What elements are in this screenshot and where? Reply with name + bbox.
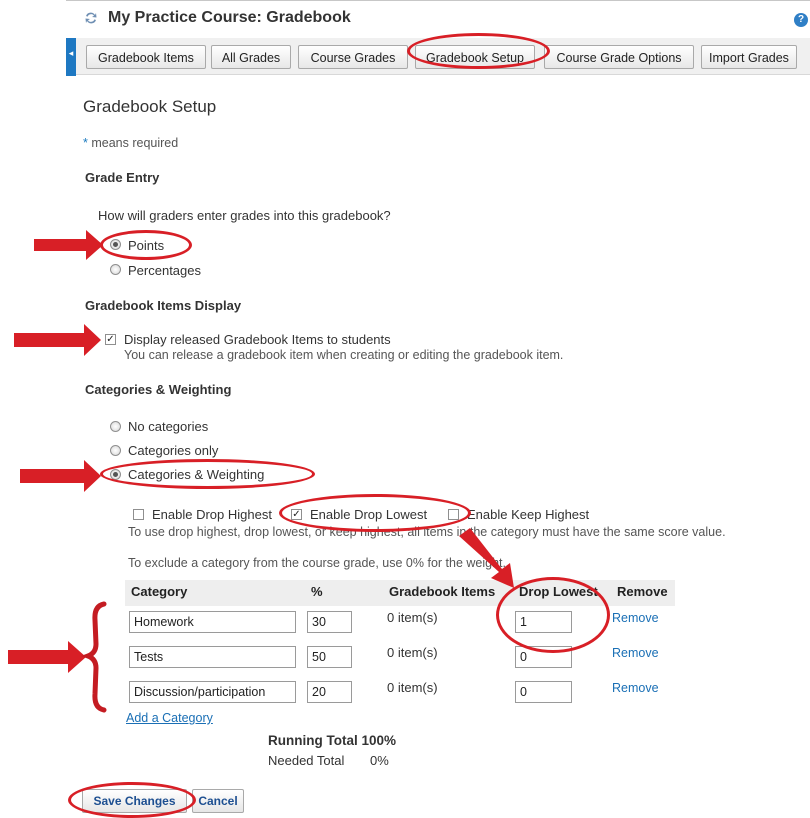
needed-total-value: 0% [370, 753, 389, 768]
curly-brace-icon [80, 601, 107, 713]
refresh-icon[interactable] [84, 11, 98, 25]
category-items-count: 0 item(s) [387, 680, 438, 695]
categories-only-radio[interactable] [110, 445, 121, 456]
annotation-circle-setup-tab [407, 33, 550, 69]
items-display-heading: Gradebook Items Display [85, 298, 242, 313]
arrow-right-icon [8, 641, 86, 673]
col-percent: % [311, 584, 323, 599]
keep-highest-label: Enable Keep Highest [467, 507, 590, 522]
category-items-count: 0 item(s) [387, 645, 438, 660]
category-percent-input[interactable]: 50 [307, 646, 352, 668]
drop-highest-label: Enable Drop Highest [152, 507, 272, 522]
help-icon[interactable]: ? [794, 13, 808, 27]
categories-heading: Categories & Weighting [85, 382, 232, 397]
annotation-circle-save [68, 782, 196, 818]
running-total: Running Total 100% [268, 733, 397, 748]
remove-category-link[interactable]: Remove [612, 611, 659, 625]
percentages-label: Percentages [128, 263, 201, 278]
cancel-button[interactable]: Cancel [192, 789, 244, 813]
side-collapse-tab[interactable]: ◂ [66, 38, 76, 76]
no-categories-radio[interactable] [110, 421, 121, 432]
category-name-input[interactable]: Discussion/participation [129, 681, 296, 703]
required-text: means required [87, 136, 179, 150]
remove-category-link[interactable]: Remove [612, 646, 659, 660]
category-name-input[interactable]: Homework [129, 611, 296, 633]
col-category: Category [131, 584, 188, 599]
annotation-circle-points [100, 230, 192, 260]
display-released-label: Display released Gradebook Items to stud… [124, 332, 391, 347]
category-name-input[interactable]: Tests [129, 646, 296, 668]
no-categories-label: No categories [128, 419, 209, 434]
course-title: My Practice Course: Gradebook [108, 9, 351, 26]
tab-course-grade-options[interactable]: Course Grade Options [544, 45, 694, 69]
tab-course-grades[interactable]: Course Grades [298, 45, 408, 69]
needed-total-label: Needed Total [268, 753, 345, 768]
exclude-help: To exclude a category from the course gr… [128, 556, 506, 570]
col-gradebook-items: Gradebook Items [389, 584, 496, 599]
grade-entry-question: How will graders enter grades into this … [98, 208, 391, 223]
arrow-right-icon [20, 460, 101, 492]
drop-highest-checkbox[interactable] [133, 509, 144, 520]
category-percent-input[interactable]: 30 [307, 611, 352, 633]
tab-gradebook-items[interactable]: Gradebook Items [86, 45, 206, 69]
arrow-right-icon [14, 324, 101, 356]
col-remove: Remove [617, 584, 668, 599]
annotation-arrows [8, 230, 514, 713]
display-released-help: You can release a gradebook item when cr… [124, 348, 564, 362]
arrow-right-icon [34, 230, 103, 260]
display-released-checkbox[interactable]: ✓ [105, 334, 116, 345]
percentages-radio[interactable] [110, 264, 121, 275]
drop-lowest-input[interactable]: 0 [515, 681, 572, 703]
remove-category-link[interactable]: Remove [612, 681, 659, 695]
tab-import-grades[interactable]: Import Grades [701, 45, 797, 69]
category-percent-input[interactable]: 20 [307, 681, 352, 703]
annotation-circle-categories-weighting [100, 459, 315, 489]
required-note: * means required [83, 136, 178, 150]
annotation-circle-drop-lowest [279, 494, 471, 532]
annotation-circle-drop-column [496, 577, 610, 653]
category-items-count: 0 item(s) [387, 610, 438, 625]
grade-entry-heading: Grade Entry [85, 170, 160, 185]
add-category-link[interactable]: Add a Category [126, 711, 213, 725]
tab-all-grades[interactable]: All Grades [211, 45, 291, 69]
page-title: Gradebook Setup [83, 97, 217, 116]
categories-only-label: Categories only [128, 443, 219, 458]
